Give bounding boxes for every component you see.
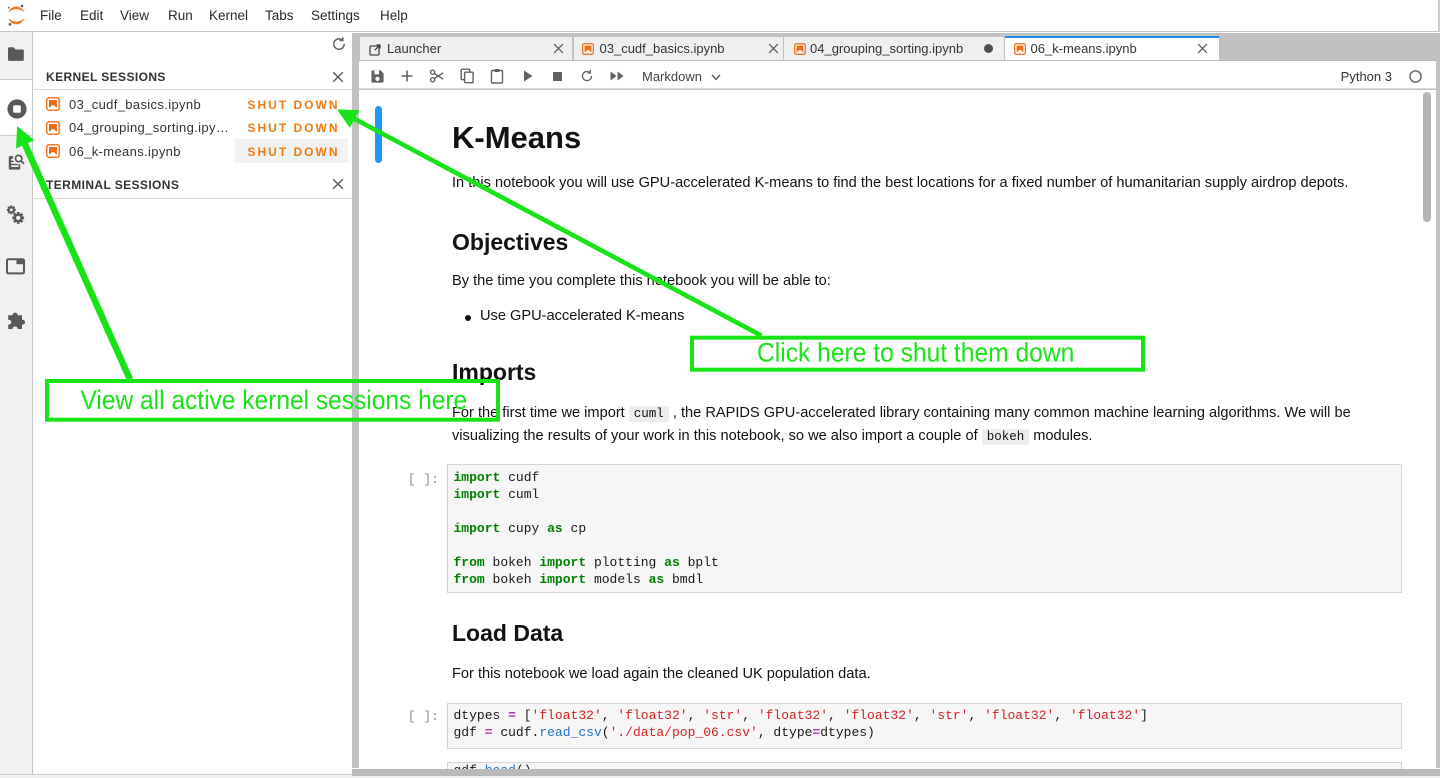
svg-text:Click here to shut them down: Click here to shut them down bbox=[757, 338, 1074, 368]
svg-text:View all active kernel session: View all active kernel sessions here bbox=[81, 385, 468, 415]
